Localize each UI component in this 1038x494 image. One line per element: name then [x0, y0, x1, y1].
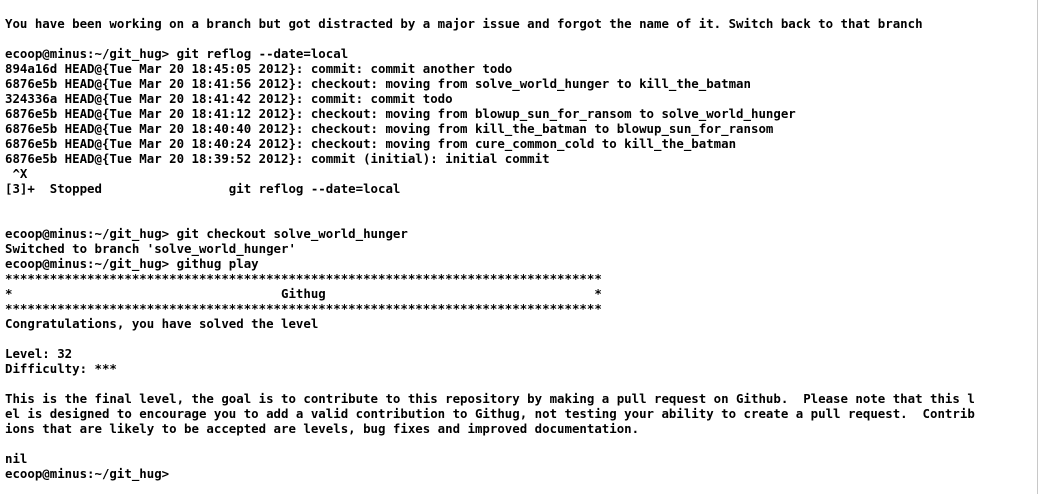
terminal-line: nil [5, 451, 28, 466]
terminal-line: Congratulations, you have solved the lev… [5, 316, 319, 331]
terminal-line: el is designed to encourage you to add a… [5, 406, 975, 421]
terminal-line: 6876e5b HEAD@{Tue Mar 20 18:41:12 2012}:… [5, 106, 796, 121]
terminal-output: You have been working on a branch but go… [5, 16, 1038, 481]
terminal-line: * Githug * [5, 286, 602, 301]
terminal-line: 894a16d HEAD@{Tue Mar 20 18:45:05 2012}:… [5, 61, 513, 76]
terminal-line: 324336a HEAD@{Tue Mar 20 18:41:42 2012}:… [5, 91, 453, 106]
terminal-line: 6876e5b HEAD@{Tue Mar 20 18:40:40 2012}:… [5, 121, 774, 136]
terminal-line: ions that are likely to be accepted are … [5, 421, 640, 436]
terminal-line: ^X [5, 166, 28, 181]
terminal-line: 6876e5b HEAD@{Tue Mar 20 18:40:24 2012}:… [5, 136, 737, 151]
terminal-line: 6876e5b HEAD@{Tue Mar 20 18:39:52 2012}:… [5, 151, 550, 166]
terminal-line: ecoop@minus:~/git_hug> [5, 466, 170, 481]
terminal-line: Level: 32 [5, 346, 73, 361]
terminal-line: ****************************************… [5, 301, 602, 316]
terminal-line: ecoop@minus:~/git_hug> git reflog --date… [5, 46, 349, 61]
terminal-line: You have been working on a branch but go… [5, 16, 923, 31]
terminal-line: Difficulty: *** [5, 361, 117, 376]
terminal-line: Switched to branch 'solve_world_hunger' [5, 241, 296, 256]
terminal-line: [3]+ Stopped git reflog --date=local [5, 181, 401, 196]
terminal-line: ****************************************… [5, 271, 602, 286]
terminal-line: ecoop@minus:~/git_hug> git checkout solv… [5, 226, 408, 241]
terminal-line: ecoop@minus:~/git_hug> githug play [5, 256, 259, 271]
terminal-line: This is the final level, the goal is to … [5, 391, 975, 406]
terminal-window[interactable]: You have been working on a branch but go… [0, 0, 1038, 494]
terminal-line: 6876e5b HEAD@{Tue Mar 20 18:41:56 2012}:… [5, 76, 751, 91]
